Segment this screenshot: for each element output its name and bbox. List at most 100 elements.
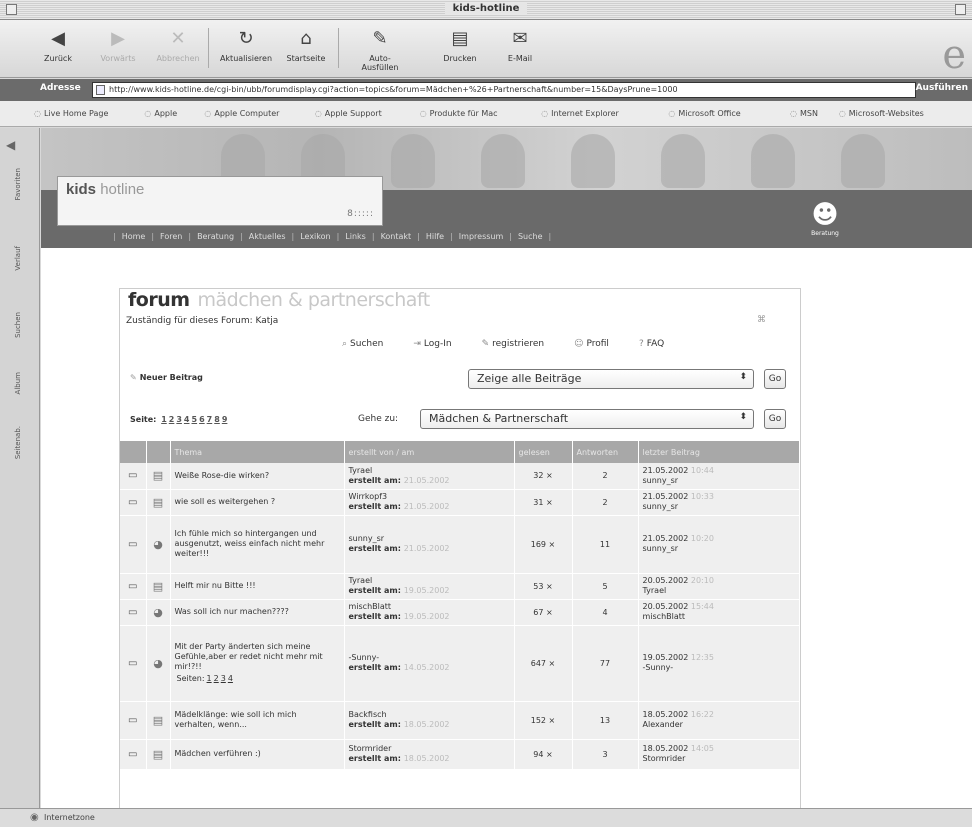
topic-cell[interactable]: Helft mir nu Bitte !!! [170, 573, 345, 600]
topic-cell[interactable]: Weiße Rose-die wirken? [170, 463, 345, 490]
page-link[interactable]: 8 [214, 415, 220, 424]
sidebar-tab[interactable]: Verlauf [14, 246, 32, 271]
table-row[interactable]: ▭ ▤ wie soll es weitergehen ? Wirrkopf3 erst… [120, 489, 800, 516]
goto-forum-select[interactable]: Mädchen & Partnerschaft ⬍ [420, 409, 754, 429]
last-post-user[interactable]: sunny_sr [643, 476, 796, 486]
col-last-post[interactable]: letzter Beitrag [638, 441, 800, 463]
topic-cell[interactable]: Ich fühle mich so hintergangen und ausge… [170, 515, 345, 574]
search-link[interactable]: ⌕ Suchen [342, 339, 383, 349]
topic-link[interactable]: wie soll es weitergehen ? [175, 497, 276, 506]
topic-page-link[interactable]: 2 [214, 674, 219, 683]
nav-link[interactable]: Home [122, 232, 146, 241]
last-post-user[interactable]: sunny_sr [643, 502, 796, 512]
last-post-user[interactable]: mischBlatt [643, 612, 796, 622]
author-link[interactable]: mischBlatt [349, 602, 510, 612]
topic-link[interactable]: Mädelklänge: wie soll ich mich verhalten… [175, 710, 297, 729]
window-titlebar[interactable]: kids-hotline [0, 0, 972, 20]
table-row[interactable]: ▭ ◕ Ich fühle mich so hintergangen und aus… [120, 515, 800, 574]
mascot-link[interactable]: ☻ Beratung [805, 200, 845, 244]
topic-cell[interactable]: Was soll ich nur machen???? [170, 599, 345, 626]
favorite-link[interactable]: Produkte für Mac [420, 109, 498, 118]
table-row[interactable]: ▭ ▤ Mädchen verführen :) Stormrider erstellt… [120, 739, 800, 770]
favorite-link[interactable]: Apple Computer [204, 109, 279, 118]
topic-link[interactable]: Ich fühle mich so hintergangen und ausge… [175, 529, 325, 558]
page-link[interactable]: 5 [192, 415, 198, 424]
author-link[interactable]: Stormrider [349, 744, 510, 754]
col-topic[interactable]: Thema [170, 441, 345, 463]
sidebar-collapse-icon[interactable]: ◀ [6, 138, 15, 152]
col-author[interactable]: erstellt von / am [344, 441, 515, 463]
topic-page-link[interactable]: 4 [228, 674, 233, 683]
nav-link[interactable]: Kontakt [381, 232, 412, 241]
toolbar-autofill-button[interactable]: ✎ Auto-Ausfüllen [352, 28, 408, 72]
topic-page-link[interactable]: 1 [207, 674, 212, 683]
topic-cell[interactable]: wie soll es weitergehen ? [170, 489, 345, 516]
author-link[interactable]: Tyrael [349, 576, 510, 586]
new-post-button[interactable]: ✎ Neuer Beitrag [130, 373, 203, 382]
nav-link[interactable]: Foren [160, 232, 182, 241]
page-link[interactable]: 9 [222, 415, 228, 424]
window-collapse-button[interactable] [955, 4, 966, 15]
col-replies[interactable]: Antworten [572, 441, 639, 463]
topic-link[interactable]: Mädchen verführen :) [175, 749, 261, 758]
author-link[interactable]: Tyrael [349, 466, 510, 476]
table-row[interactable]: ▭ ◕ Mit der Party änderten sich meine Gefü… [120, 625, 800, 702]
sidebar-tab[interactable]: Suchen [14, 312, 32, 338]
author-link[interactable]: sunny_sr [349, 534, 510, 544]
sidebar-tab[interactable]: Seitenab. [14, 426, 32, 459]
last-post-user[interactable]: sunny_sr [643, 544, 796, 554]
address-input[interactable]: http://www.kids-hotline.de/cgi-bin/ubb/f… [92, 82, 916, 98]
nav-link[interactable]: Aktuelles [249, 232, 286, 241]
site-logo[interactable]: kids hotline 8::::: [57, 176, 383, 226]
favorite-link[interactable]: Microsoft Office [668, 109, 740, 118]
toolbar-mail-button[interactable]: ✉ E-Mail [492, 28, 548, 63]
faq-link[interactable]: ? FAQ [639, 339, 664, 349]
profile-link[interactable]: ☺ Profil [574, 339, 609, 349]
page-link[interactable]: 1 [161, 415, 167, 424]
topic-link[interactable]: Helft mir nu Bitte !!! [175, 581, 256, 590]
topic-link[interactable]: Was soll ich nur machen???? [175, 607, 289, 616]
toolbar-refresh-button[interactable]: ↻ Aktualisieren [218, 28, 274, 63]
topic-link[interactable]: Weiße Rose-die wirken? [175, 471, 270, 480]
nav-link[interactable]: Hilfe [426, 232, 444, 241]
topic-link[interactable]: Mit der Party änderten sich meine Gefühl… [175, 642, 323, 671]
filter-go-button[interactable]: Go [764, 369, 786, 389]
last-post-user[interactable]: Tyrael [643, 586, 796, 596]
toolbar-stop-button[interactable]: ✕ Abbrechen [150, 28, 206, 63]
author-link[interactable]: -Sunny- [349, 653, 510, 663]
last-post-user[interactable]: Alexander [643, 720, 796, 730]
toolbar-back-arrow-button[interactable]: ◀ Zurück [30, 28, 86, 63]
nav-link[interactable]: Lexikon [300, 232, 330, 241]
table-row[interactable]: ▭ ▤ Helft mir nu Bitte !!! Tyrael erstellt a… [120, 573, 800, 600]
login-link[interactable]: ⇥ Log-In [413, 339, 451, 349]
table-row[interactable]: ▭ ▤ Mädelklänge: wie soll ich mich verhalt… [120, 701, 800, 740]
favorite-link[interactable]: Apple Support [315, 109, 382, 118]
favorite-link[interactable]: MSN [790, 109, 818, 118]
page-link[interactable]: 3 [176, 415, 182, 424]
toolbar-forward-arrow-button[interactable]: ▶ Vorwärts [90, 28, 146, 63]
go-button[interactable]: Ausführen [916, 83, 968, 93]
author-link[interactable]: Wirrkopf3 [349, 492, 510, 502]
last-post-user[interactable]: Stormrider [643, 754, 796, 764]
nav-link[interactable]: Links [345, 232, 366, 241]
favorite-link[interactable]: Microsoft-Websites [839, 109, 924, 118]
topic-page-link[interactable]: 3 [221, 674, 226, 683]
nav-link[interactable]: Suche [518, 232, 543, 241]
page-link[interactable]: 2 [169, 415, 175, 424]
table-row[interactable]: ▭ ▤ Weiße Rose-die wirken? Tyrael erstellt a… [120, 463, 800, 490]
favorite-link[interactable]: Live Home Page [34, 109, 108, 118]
register-link[interactable]: ✎ registrieren [482, 339, 545, 349]
sidebar-tab[interactable]: Favoriten [14, 168, 32, 200]
last-post-user[interactable]: -Sunny- [643, 663, 796, 673]
nav-link[interactable]: Impressum [459, 232, 503, 241]
favorite-link[interactable]: Apple [144, 109, 177, 118]
col-views[interactable]: gelesen [514, 441, 573, 463]
page-link[interactable]: 7 [207, 415, 213, 424]
nav-link[interactable]: Beratung [197, 232, 234, 241]
page-link[interactable]: 6 [199, 415, 205, 424]
page-link[interactable]: 4 [184, 415, 190, 424]
topic-cell[interactable]: Mädelklänge: wie soll ich mich verhalten… [170, 701, 345, 740]
toolbar-print-button[interactable]: ▤ Drucken [432, 28, 488, 63]
author-link[interactable]: Backfisch [349, 710, 510, 720]
toolbar-home-button[interactable]: ⌂ Startseite [278, 28, 334, 63]
